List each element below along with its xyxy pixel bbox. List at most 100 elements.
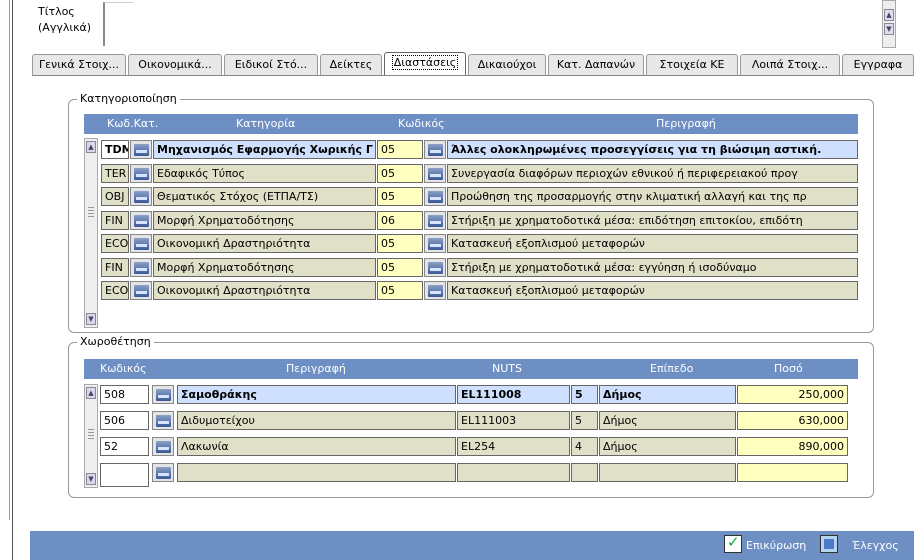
category-lov-button[interactable] bbox=[130, 281, 152, 300]
location-lov-button[interactable] bbox=[152, 411, 174, 430]
category-lov-button[interactable] bbox=[130, 163, 152, 183]
dimension-description-cell[interactable]: Στήριξη με χρηματοδοτικά μέσα: επιδότηση… bbox=[447, 210, 858, 230]
categorization-header: Κωδ.Κατ. Κατηγορία Κωδικός Περιγραφή bbox=[84, 114, 858, 134]
level-cell[interactable]: Δήμος bbox=[599, 385, 736, 404]
dimension-code-cell[interactable]: 05 bbox=[377, 234, 423, 253]
scroll-grip-icon[interactable] bbox=[88, 207, 94, 217]
tab-expense-categories[interactable]: Κατ. Δαπανών bbox=[548, 54, 644, 75]
category-name-cell[interactable]: Μηχανισμός Εφαρμογής Χωρικής Γ bbox=[153, 140, 376, 159]
tab-general[interactable]: Γενικά Στοιχ... bbox=[32, 54, 126, 75]
tab-beneficiaries[interactable]: Δικαιούχοι bbox=[468, 54, 546, 75]
confirm-button[interactable]: Επικύρωση bbox=[746, 539, 806, 552]
category-lov-button[interactable] bbox=[130, 234, 152, 253]
level-cell[interactable] bbox=[599, 463, 736, 482]
dimension-lov-button[interactable] bbox=[424, 163, 446, 183]
location-description-cell[interactable]: Λακωνία bbox=[177, 437, 456, 456]
location-description-cell[interactable]: Σαμοθράκης bbox=[177, 385, 456, 404]
location-lov-button[interactable] bbox=[152, 437, 174, 456]
category-name-cell[interactable]: Μορφή Χρηματοδότησης bbox=[153, 257, 376, 277]
scroll-up-icon[interactable]: ▲ bbox=[884, 9, 894, 21]
category-code-cell[interactable]: TER bbox=[101, 163, 129, 183]
location-lov-button[interactable] bbox=[152, 463, 174, 482]
dimension-description-cell[interactable]: Στήριξη με χρηματοδοτικά μέσα: εγγύηση ή… bbox=[447, 257, 858, 277]
category-name-cell[interactable]: Οικονομική Δραστηριότητα bbox=[153, 281, 376, 300]
tab-special-goals[interactable]: Ειδικοί Στό... bbox=[224, 54, 318, 75]
list-of-values-icon bbox=[134, 261, 149, 274]
category-name-cell[interactable]: Μορφή Χρηματοδότησης bbox=[153, 210, 376, 230]
amount-cell[interactable]: 890,000 bbox=[737, 437, 848, 456]
scroll-down-icon[interactable]: ▼ bbox=[86, 313, 96, 325]
category-code-cell[interactable]: ECO bbox=[101, 281, 129, 300]
category-code-cell[interactable]: FIN bbox=[101, 210, 129, 230]
location-code-cell[interactable]: 52 bbox=[100, 437, 149, 456]
category-code-cell[interactable]: TDM bbox=[101, 140, 129, 159]
location-code-cell[interactable]: 506 bbox=[100, 411, 149, 430]
location-scrollbar[interactable]: ▲ ▼ bbox=[84, 384, 98, 488]
level-number-cell[interactable]: 4 bbox=[571, 437, 598, 456]
dimension-code-cell[interactable]: 06 bbox=[377, 210, 423, 230]
location-code-cell[interactable] bbox=[100, 463, 149, 487]
tab-other-data[interactable]: Λοιπά Στοιχ... bbox=[740, 54, 840, 75]
dimension-lov-button[interactable] bbox=[424, 210, 446, 230]
amount-cell[interactable]: 250,000 bbox=[737, 385, 848, 404]
confirm-icon[interactable] bbox=[724, 533, 742, 553]
dimension-lov-button[interactable] bbox=[424, 257, 446, 277]
dimension-description-cell[interactable]: Προώθηση της προσαρμογής στην κλιματική … bbox=[447, 187, 858, 206]
tab-dimensions[interactable]: Διαστάσεις bbox=[384, 52, 466, 76]
dimension-description-cell[interactable]: Συνεργασία διαφόρων περιοχών εθνικού ή π… bbox=[447, 163, 858, 183]
dimension-code-cell[interactable]: 05 bbox=[377, 140, 423, 159]
dimension-description-cell[interactable]: Κατασκευή εξοπλισμού μεταφορών bbox=[447, 234, 858, 253]
category-lov-button[interactable] bbox=[130, 140, 152, 159]
nuts-cell[interactable]: EL111003 bbox=[457, 411, 570, 430]
category-lov-button[interactable] bbox=[130, 210, 152, 230]
location-code-cell[interactable]: 508 bbox=[100, 385, 149, 404]
scroll-up-icon[interactable]: ▲ bbox=[86, 141, 96, 153]
tab-ke-data[interactable]: Στοιχεία ΚΕ bbox=[646, 54, 738, 75]
location-lov-button[interactable] bbox=[152, 385, 174, 404]
level-cell[interactable]: Δήμος bbox=[599, 437, 736, 456]
dimension-code-cell[interactable]: 05 bbox=[377, 163, 423, 183]
category-code-cell[interactable]: OBJ bbox=[101, 187, 129, 206]
level-number-cell[interactable] bbox=[571, 463, 598, 482]
location-description-cell[interactable] bbox=[177, 463, 456, 482]
check-button[interactable]: Έλεγχος bbox=[852, 539, 899, 552]
level-number-cell[interactable]: 5 bbox=[571, 411, 598, 430]
amount-cell[interactable]: 630,000 bbox=[737, 411, 848, 430]
dimension-description-cell[interactable]: Άλλες ολοκληρωμένες προσεγγίσεις για τη … bbox=[447, 140, 858, 159]
scroll-down-icon[interactable]: ▼ bbox=[86, 473, 96, 485]
dimension-lov-button[interactable] bbox=[424, 281, 446, 300]
dimension-code-cell[interactable]: 05 bbox=[377, 187, 423, 206]
scroll-up-icon[interactable]: ▲ bbox=[86, 387, 96, 399]
nuts-cell[interactable]: EL111008 bbox=[457, 385, 570, 404]
categorization-scrollbar[interactable]: ▲ ▼ bbox=[84, 138, 98, 328]
category-name-cell[interactable]: Θεματικός Στόχος (ΕΤΠΑ/ΤΣ) bbox=[153, 187, 376, 206]
tab-documents[interactable]: Εγγραφα bbox=[842, 54, 914, 75]
category-lov-button[interactable] bbox=[130, 187, 152, 206]
dimension-code-cell[interactable]: 05 bbox=[377, 257, 423, 277]
location-description-cell[interactable]: Διδυμοτείχου bbox=[177, 411, 456, 430]
category-name-cell[interactable]: Οικονομική Δραστηριότητα bbox=[153, 234, 376, 253]
dimension-lov-button[interactable] bbox=[424, 234, 446, 253]
scroll-down-icon[interactable]: ▼ bbox=[884, 23, 894, 35]
title-english-field[interactable] bbox=[103, 2, 133, 46]
scroll-grip-icon[interactable] bbox=[88, 429, 94, 439]
tab-financial[interactable]: Οικονομικά... bbox=[128, 54, 222, 75]
level-cell[interactable]: Δήμος bbox=[599, 411, 736, 430]
dimension-lov-button[interactable] bbox=[424, 187, 446, 206]
dimension-description-cell[interactable]: Κατασκευή εξοπλισμού μεταφορών bbox=[447, 281, 858, 300]
category-code-cell[interactable]: FIN bbox=[101, 257, 129, 277]
nuts-cell[interactable]: EL254 bbox=[457, 437, 570, 456]
dimension-lov-button[interactable] bbox=[424, 140, 446, 159]
dimension-code-cell[interactable]: 05 bbox=[377, 281, 423, 300]
check-icon[interactable] bbox=[820, 535, 838, 553]
tab-indicators[interactable]: Δείκτες bbox=[320, 54, 382, 75]
category-code-cell[interactable]: ECO bbox=[101, 234, 129, 253]
nuts-cell[interactable] bbox=[457, 463, 570, 482]
level-number-cell[interactable]: 5 bbox=[571, 385, 598, 404]
title-scrollbar[interactable]: ▲ ▼ bbox=[882, 0, 896, 48]
category-lov-button[interactable] bbox=[130, 257, 152, 277]
amount-cell[interactable] bbox=[737, 463, 848, 482]
list-of-values-icon bbox=[134, 191, 149, 203]
category-name-cell[interactable]: Εδαφικός Τύπος bbox=[153, 163, 376, 183]
list-of-values-icon bbox=[134, 144, 149, 156]
